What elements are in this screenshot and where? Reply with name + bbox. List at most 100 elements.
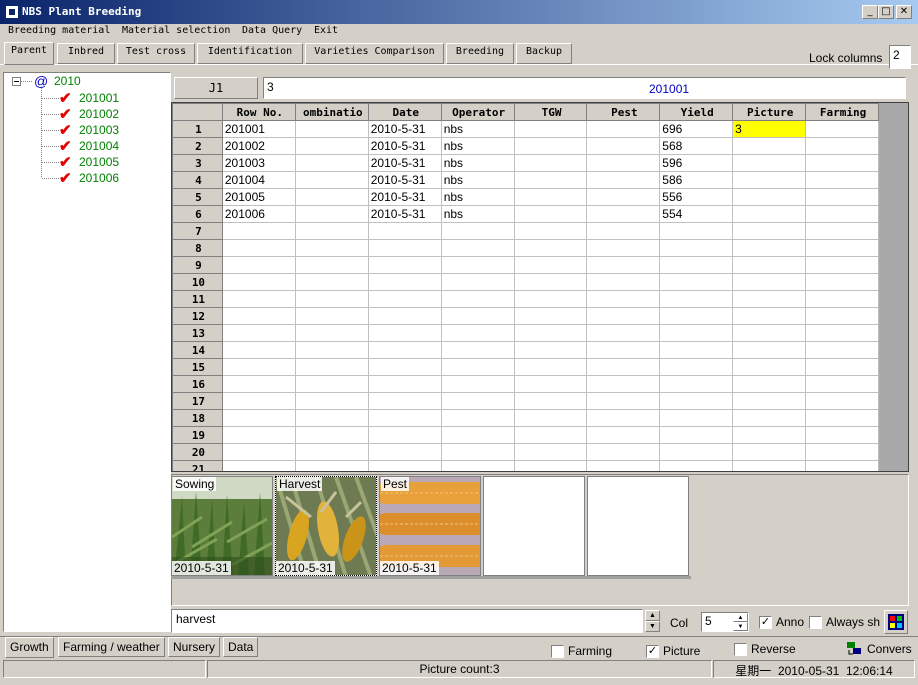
grid-cell[interactable] (513, 341, 588, 359)
grid-cell[interactable]: nbs (440, 171, 515, 189)
photo-thumbnail[interactable]: Sowing 2010-5-31 (171, 476, 273, 576)
grid-cell[interactable]: 568 (659, 137, 734, 155)
grid-cell[interactable]: 201002 (221, 137, 296, 155)
tree-item[interactable]: 201001 (79, 91, 119, 105)
grid-cell[interactable] (513, 324, 588, 342)
grid-cell[interactable] (440, 256, 515, 274)
grid-cell[interactable] (659, 409, 734, 427)
grid-cell[interactable] (367, 460, 442, 471)
grid-cell[interactable] (805, 460, 880, 471)
grid-cell[interactable] (294, 375, 369, 393)
grid-cell[interactable] (805, 392, 880, 410)
grid-cell[interactable] (513, 443, 588, 461)
column-header[interactable]: Operator (440, 103, 515, 121)
grid-cell[interactable]: 201004 (221, 171, 296, 189)
column-header[interactable]: Picture (732, 103, 807, 121)
picture-checkbox[interactable]: ✓ (646, 645, 659, 658)
corner-cell[interactable] (172, 103, 223, 121)
grid-cell[interactable] (221, 426, 296, 444)
grid-cell[interactable]: 596 (659, 154, 734, 172)
grid-cell[interactable] (367, 443, 442, 461)
tree-item[interactable]: 201004 (79, 139, 119, 153)
grid-cell[interactable] (586, 358, 661, 376)
grid-cell[interactable] (586, 154, 661, 172)
tab-varieties-comparison[interactable]: Varieties Comparison (305, 43, 444, 64)
grid-cell[interactable] (440, 324, 515, 342)
row-header[interactable]: 15 (172, 358, 223, 376)
grid-cell[interactable] (294, 188, 369, 206)
tab-farming-weather[interactable]: Farming / weather (58, 637, 165, 657)
grid-cell[interactable] (586, 120, 661, 138)
grid-cell[interactable] (440, 290, 515, 308)
grid-cell[interactable]: nbs (440, 154, 515, 172)
row-header[interactable]: 1 (172, 120, 223, 138)
minimize-button[interactable]: _ (862, 5, 878, 19)
grid-cell[interactable] (440, 392, 515, 410)
row-header[interactable]: 6 (172, 205, 223, 223)
grid-cell[interactable] (805, 222, 880, 240)
grid-cell[interactable]: 2010-5-31 (367, 120, 442, 138)
grid-cell[interactable] (805, 137, 880, 155)
grid-cell[interactable] (367, 307, 442, 325)
grid-cell[interactable] (732, 324, 807, 342)
grid-cell[interactable] (805, 324, 880, 342)
grid-cell[interactable] (586, 256, 661, 274)
grid-cell[interactable] (294, 324, 369, 342)
grid-cell[interactable]: nbs (440, 120, 515, 138)
column-header[interactable]: Yield (659, 103, 734, 121)
grid-cell[interactable] (732, 341, 807, 359)
grid-cell[interactable] (513, 290, 588, 308)
grid-cell[interactable] (659, 426, 734, 444)
grid-cell[interactable]: 201006 (221, 205, 296, 223)
grid-cell[interactable] (440, 307, 515, 325)
grid-cell[interactable] (513, 171, 588, 189)
grid-cell[interactable] (294, 426, 369, 444)
grid-cell[interactable] (367, 358, 442, 376)
grid-cell[interactable] (732, 273, 807, 291)
grid-cell[interactable] (586, 392, 661, 410)
grid-cell[interactable]: 3 (732, 120, 807, 138)
grid-cell[interactable] (513, 120, 588, 138)
grid-cell[interactable] (440, 443, 515, 461)
cell-value-input[interactable]: 3 201001 (263, 77, 906, 99)
grid-cell[interactable] (440, 273, 515, 291)
grid-cell[interactable] (732, 222, 807, 240)
grid-cell[interactable] (586, 324, 661, 342)
grid-cell[interactable] (805, 375, 880, 393)
grid-cell[interactable] (586, 375, 661, 393)
column-header[interactable]: Pest (586, 103, 661, 121)
grid-cell[interactable] (294, 273, 369, 291)
grid-cell[interactable] (513, 273, 588, 291)
grid-cell[interactable] (732, 443, 807, 461)
grid-cell[interactable] (294, 205, 369, 223)
grid-cell[interactable] (513, 358, 588, 376)
grid-cell[interactable] (732, 426, 807, 444)
grid-cell[interactable] (294, 460, 369, 471)
grid-cell[interactable] (659, 460, 734, 471)
grid-cell[interactable] (513, 154, 588, 172)
grid-cell[interactable] (367, 256, 442, 274)
grid-cell[interactable]: 2010-5-31 (367, 205, 442, 223)
tree-item[interactable]: 201002 (79, 107, 119, 121)
tree-item[interactable]: 201005 (79, 155, 119, 169)
lock-columns-input[interactable]: 2 (889, 45, 911, 69)
grid-cell[interactable] (732, 239, 807, 257)
grid-cell[interactable] (586, 426, 661, 444)
tab-nursery[interactable]: Nursery (168, 637, 221, 657)
row-header[interactable]: 2 (172, 137, 223, 155)
always-show-checkbox[interactable] (809, 616, 822, 629)
grid-cell[interactable] (659, 375, 734, 393)
grid-cell[interactable] (367, 375, 442, 393)
grid-cell[interactable] (586, 307, 661, 325)
menu-material-selection[interactable]: Material selection (122, 25, 230, 36)
grid-cell[interactable] (732, 188, 807, 206)
grid-cell[interactable] (513, 239, 588, 257)
grid-cell[interactable] (294, 341, 369, 359)
grid-cell[interactable] (586, 171, 661, 189)
grid-cell[interactable] (294, 120, 369, 138)
tree-item[interactable]: 201003 (79, 123, 119, 137)
grid-cell[interactable] (659, 443, 734, 461)
grid-cell[interactable] (805, 205, 880, 223)
grid-cell[interactable] (805, 188, 880, 206)
grid-cell[interactable] (805, 120, 880, 138)
